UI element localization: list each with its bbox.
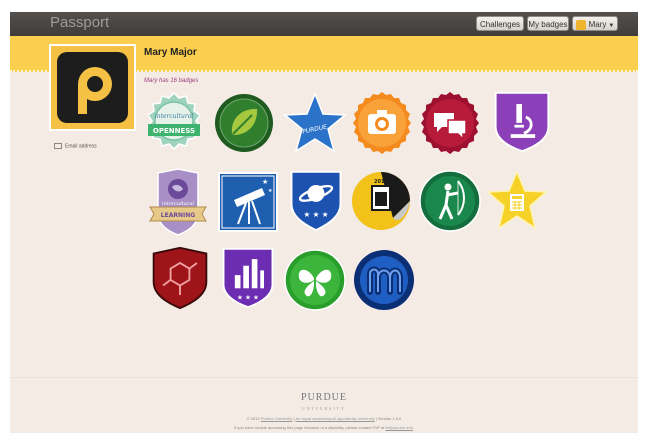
m-logo-badge[interactable]: [352, 248, 416, 312]
microscope-shield-badge[interactable]: [490, 89, 554, 153]
camera-badge[interactable]: [350, 91, 414, 155]
speech-bubbles-badge[interactable]: [418, 91, 482, 155]
badge-text: intercultural: [162, 201, 194, 207]
svg-text:★ ★ ★: ★ ★ ★: [304, 210, 329, 219]
badge-count: Mary has 16 badges: [144, 78, 199, 84]
email-link[interactable]: Email address: [54, 143, 97, 149]
challenges-button[interactable]: Challenges: [476, 16, 524, 31]
passport-logo-icon: [51, 46, 134, 129]
eeo-link[interactable]: An equal access/equal opportunity univer…: [295, 416, 374, 421]
bar-chart-badge[interactable]: ★ ★ ★: [216, 245, 280, 309]
svg-text:★ ★ ★: ★ ★ ★: [237, 294, 259, 302]
copyright-text: © 2012: [246, 416, 261, 421]
university-link[interactable]: Purdue University: [261, 416, 293, 421]
star-badge[interactable]: PURDUE: [283, 91, 347, 155]
my-badges-button[interactable]: My badges: [527, 16, 569, 31]
page-footer: PURDUE UNIVERSITY © 2012 Purdue Universi…: [10, 377, 638, 433]
top-navbar: Passport Challenges My badges Mary ▼: [10, 12, 638, 36]
accessibility-suffix: .: [412, 425, 415, 430]
archer-badge[interactable]: [418, 169, 482, 233]
planet-shield-badge[interactable]: ★ ★ ★: [284, 168, 348, 232]
email-label: Email address: [65, 143, 97, 150]
molecule-shield-badge[interactable]: [148, 246, 212, 310]
badge-text: intercultural: [155, 113, 193, 120]
envelope-icon: [54, 143, 62, 149]
user-menu-button[interactable]: Mary ▼: [572, 16, 618, 31]
badge-text: OPENNESS: [153, 127, 195, 135]
profile-avatar: [49, 44, 136, 131]
profile-name: Mary Major: [144, 47, 197, 58]
footer-accessibility: If you have trouble accessing this page …: [10, 425, 638, 430]
calculator-star-badge[interactable]: [485, 169, 549, 233]
passport-app: Passport Challenges My badges Mary ▼ Mary…: [10, 12, 638, 433]
ribbon-openness-badge[interactable]: intercultural OPENNESS: [142, 91, 206, 155]
telescope-badge[interactable]: ★ ★: [216, 170, 280, 234]
purdue-logo-subtitle: UNIVERSITY: [302, 406, 346, 411]
purdue-logo: PURDUE: [300, 392, 347, 403]
chevron-down-icon: ▼: [608, 23, 615, 29]
butterfly-badge[interactable]: [283, 248, 347, 312]
contact-email-link[interactable]: tlt@purdue.edu: [385, 425, 412, 430]
user-name: Mary: [588, 20, 607, 29]
brand-logo[interactable]: Passport: [50, 14, 109, 31]
svg-text:★: ★: [262, 178, 268, 186]
ribbon-learning-badge[interactable]: intercultural LEARNING: [148, 167, 208, 237]
user-avatar-icon: [575, 19, 586, 30]
footer-copyright: © 2012 Purdue University | An equal acce…: [10, 416, 638, 421]
badge-text: LEARNING: [161, 212, 195, 219]
accessibility-text: If you have trouble accessing this page …: [233, 425, 386, 430]
svg-text:★: ★: [268, 188, 273, 194]
version-text: | Version 1.5.0: [374, 416, 402, 421]
leaf-badge[interactable]: [212, 91, 276, 155]
badge-text: 2012: [374, 179, 388, 185]
sticker-badge[interactable]: 2012: [349, 168, 413, 232]
